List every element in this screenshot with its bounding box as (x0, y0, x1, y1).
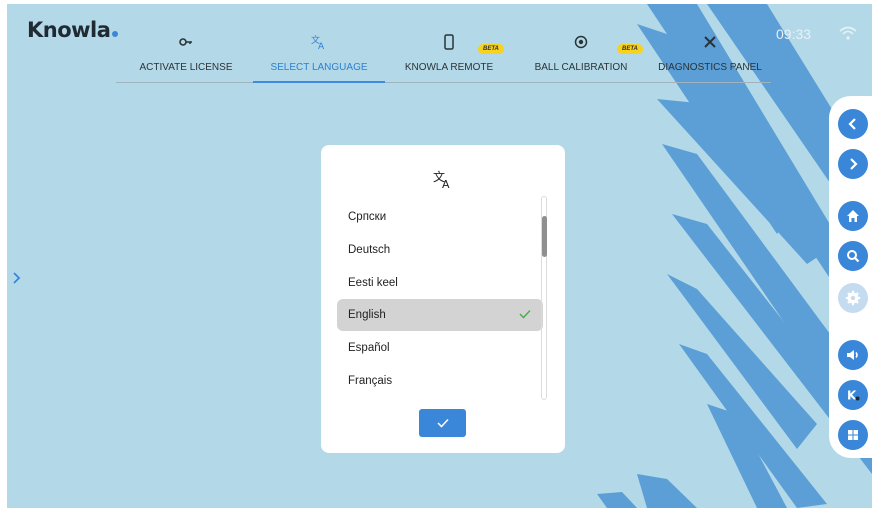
language-option-spanish[interactable]: Español (337, 332, 543, 364)
windows-button[interactable] (838, 420, 868, 450)
clock: 09:33 (776, 26, 812, 42)
home-button[interactable] (838, 201, 868, 231)
svg-text:A: A (318, 42, 325, 50)
tab-ball-calibration[interactable]: BETA BALL CALIBRATION (521, 34, 643, 83)
beta-badge: BETA (617, 44, 643, 54)
settings-tabs: ACTIVATE LICENSE 文 A SELECT LANGUAGE BET… (116, 34, 771, 86)
knowla-icon: K (847, 389, 860, 403)
key-icon (179, 38, 192, 46)
phone-icon (444, 34, 454, 50)
translate-icon: 文 A (433, 169, 450, 189)
tab-label: SELECT LANGUAGE (270, 62, 368, 73)
forward-button[interactable] (838, 149, 868, 179)
open-left-panel-icon[interactable] (13, 272, 21, 284)
language-option-german[interactable]: Deutsch (337, 234, 543, 266)
beta-badge: BETA (478, 44, 504, 54)
search-icon (847, 250, 860, 263)
back-button[interactable] (838, 109, 868, 139)
wifi-icon (839, 26, 857, 40)
tab-label: DIAGNOSTICS PANEL (658, 62, 762, 73)
svg-text:K: K (847, 389, 857, 403)
confirm-language-button[interactable] (419, 409, 466, 437)
volume-icon (847, 350, 858, 360)
tab-label: ACTIVATE LICENSE (139, 62, 233, 73)
search-button[interactable] (838, 241, 868, 271)
settings-button[interactable] (838, 283, 868, 313)
language-option-estonian[interactable]: Eesti keel (337, 267, 543, 299)
forward-icon (850, 158, 858, 170)
tools-icon (704, 36, 716, 48)
tab-label: KNOWLA REMOTE (404, 62, 494, 73)
target-icon (574, 35, 588, 49)
language-option-french[interactable]: Français (337, 365, 543, 397)
quick-access-sidebar: K (829, 96, 872, 458)
language-dialog: 文 A Српски Deutsch Eesti keel English Es… (321, 145, 565, 453)
tab-select-language[interactable]: 文 A SELECT LANGUAGE (253, 34, 385, 83)
check-icon (436, 418, 449, 428)
svg-text:A: A (442, 178, 450, 189)
tab-diagnostics-panel[interactable]: DIAGNOSTICS PANEL (649, 34, 771, 83)
tab-activate-license[interactable]: ACTIVATE LICENSE (126, 34, 246, 83)
language-list: Српски Deutsch Eesti keel English Españo… (337, 201, 543, 397)
settings-icon (845, 290, 861, 306)
translate-icon: 文 A (311, 34, 325, 50)
screen: Knowla ACTIVATE LICENSE 文 A SELECT LANGU… (7, 4, 872, 508)
scrollbar-thumb[interactable] (542, 216, 547, 257)
language-option-serbian[interactable]: Српски (337, 201, 543, 233)
volume-button[interactable] (838, 340, 868, 370)
windows-icon (848, 430, 858, 440)
tab-knowla-remote[interactable]: BETA KNOWLA REMOTE (393, 34, 505, 83)
language-option-english[interactable]: English (337, 299, 543, 331)
back-icon (848, 118, 856, 130)
tab-label: BALL CALIBRATION (534, 62, 628, 73)
home-icon (847, 210, 859, 222)
active-tab-indicator (253, 81, 385, 83)
check-icon (519, 309, 531, 319)
knowla-logo: Knowla (27, 18, 119, 42)
knowla-button[interactable]: K (838, 380, 868, 410)
